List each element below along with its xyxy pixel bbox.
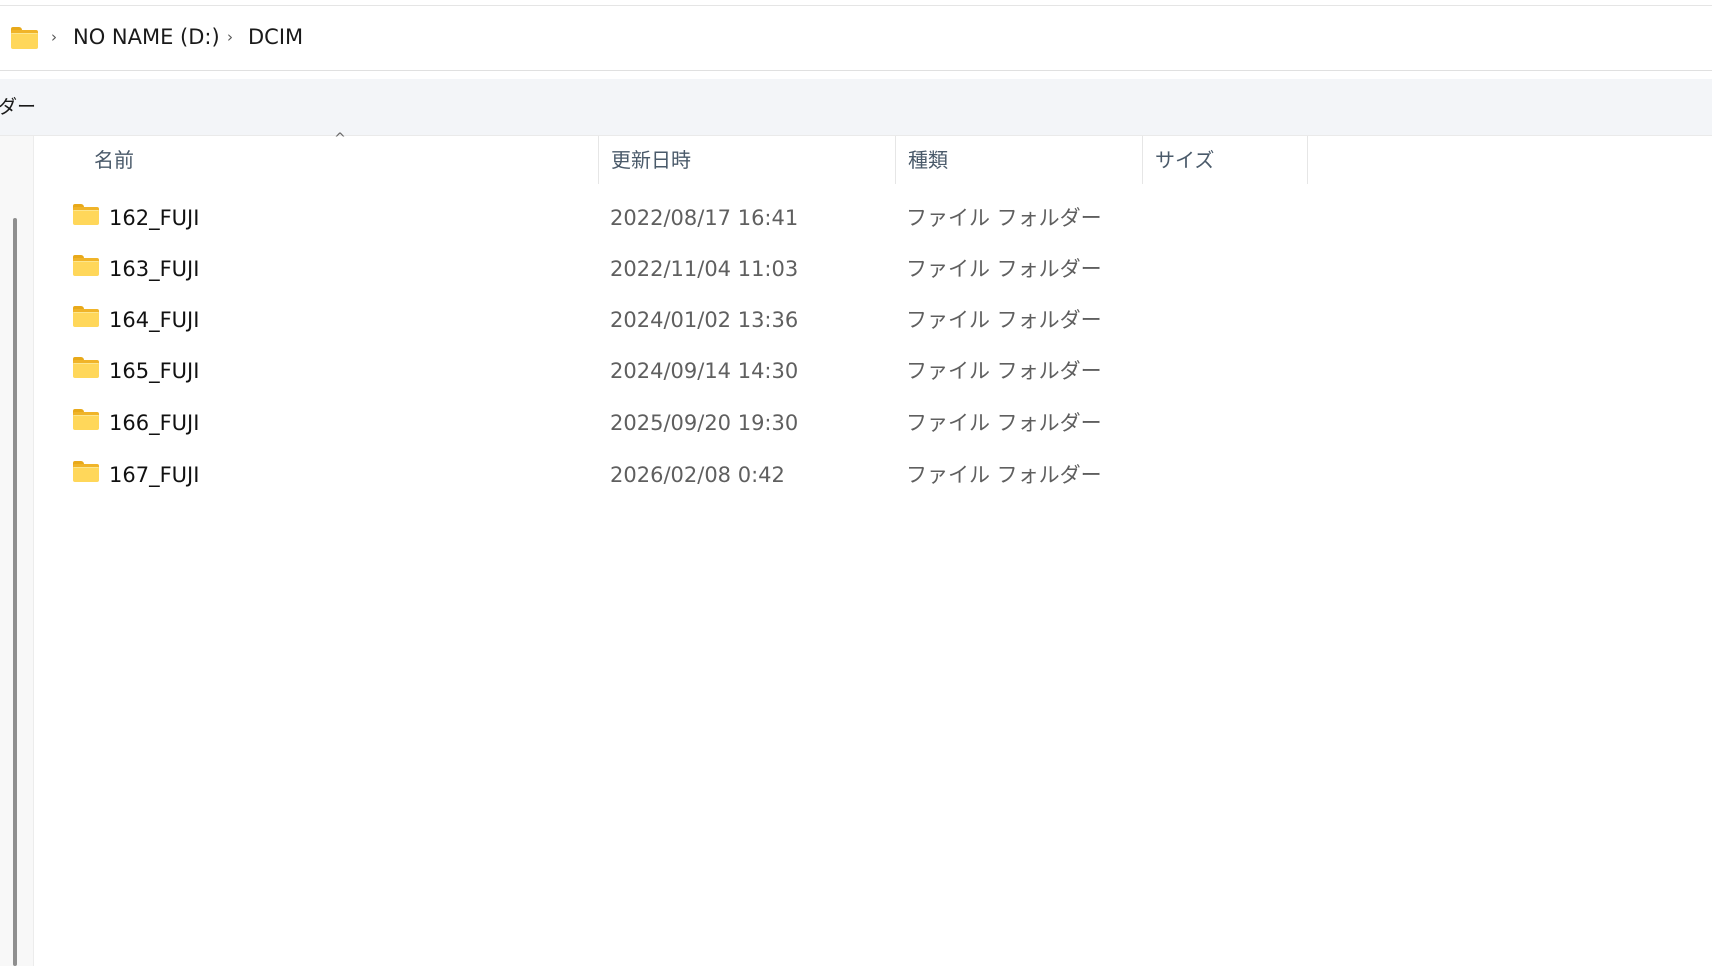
file-explorer-window: › NO NAME (D:) › DCIM ダー ^ 名前 更新日時 種類 サイ… — [0, 0, 1712, 966]
table-row[interactable]: 164_FUJI 2024/01/02 13:36 ファイル フォルダー — [36, 295, 1712, 346]
column-header-modified[interactable]: 更新日時 — [599, 136, 895, 184]
file-modified: 2024/01/02 13:36 — [610, 308, 799, 332]
breadcrumb-drive[interactable]: NO NAME (D:) — [73, 22, 220, 52]
file-modified: 2024/09/14 14:30 — [610, 359, 799, 383]
column-header-name[interactable]: 名前 — [82, 136, 598, 184]
file-type: ファイル フォルダー — [906, 411, 1102, 435]
chevron-right-icon[interactable]: › — [47, 26, 61, 48]
chevron-right-icon[interactable]: › — [223, 26, 237, 48]
table-row[interactable]: 163_FUJI 2022/11/04 11:03 ファイル フォルダー — [36, 244, 1712, 295]
column-divider[interactable] — [1307, 136, 1308, 184]
file-modified: 2022/08/17 16:41 — [610, 206, 799, 230]
file-type: ファイル フォルダー — [906, 308, 1102, 332]
folder-icon — [73, 409, 99, 430]
folder-icon[interactable] — [11, 27, 38, 49]
folder-icon — [73, 461, 99, 482]
command-bar: ダー — [0, 79, 1712, 136]
folder-icon — [73, 306, 99, 327]
column-header-size[interactable]: サイズ — [1143, 136, 1307, 184]
table-row[interactable]: 162_FUJI 2022/08/17 16:41 ファイル フォルダー — [36, 193, 1712, 244]
file-modified: 2026/02/08 0:42 — [610, 463, 785, 487]
command-bar-partial-label[interactable]: ダー — [0, 91, 36, 123]
file-name: 167_FUJI — [109, 463, 200, 487]
file-name: 163_FUJI — [109, 257, 200, 281]
nav-pane-scrollbar[interactable] — [13, 218, 17, 966]
file-type: ファイル フォルダー — [906, 359, 1102, 383]
breadcrumb-dcim[interactable]: DCIM — [248, 22, 303, 52]
file-type: ファイル フォルダー — [906, 257, 1102, 281]
folder-icon — [73, 204, 99, 225]
file-modified: 2022/11/04 11:03 — [610, 257, 799, 281]
file-type: ファイル フォルダー — [906, 463, 1102, 487]
table-row[interactable]: 166_FUJI 2025/09/20 19:30 ファイル フォルダー — [36, 398, 1712, 449]
file-type: ファイル フォルダー — [906, 206, 1102, 230]
file-name: 165_FUJI — [109, 359, 200, 383]
table-row[interactable]: 167_FUJI 2026/02/08 0:42 ファイル フォルダー — [36, 450, 1712, 501]
folder-icon — [73, 255, 99, 276]
column-header-type[interactable]: 種類 — [896, 136, 1142, 184]
file-name: 162_FUJI — [109, 206, 200, 230]
file-name: 164_FUJI — [109, 308, 200, 332]
table-row[interactable]: 165_FUJI 2024/09/14 14:30 ファイル フォルダー — [36, 346, 1712, 397]
navigation-pane — [0, 136, 34, 966]
file-modified: 2025/09/20 19:30 — [610, 411, 799, 435]
address-bar[interactable]: › NO NAME (D:) › DCIM — [0, 5, 1712, 71]
folder-icon — [73, 357, 99, 378]
file-name: 166_FUJI — [109, 411, 200, 435]
